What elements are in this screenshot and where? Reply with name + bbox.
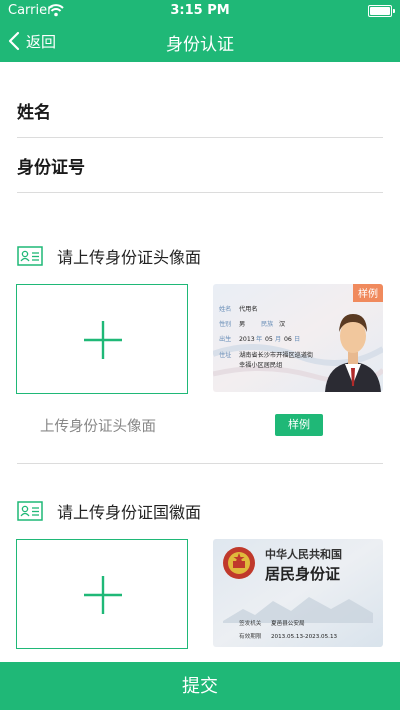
card-birth-year-unit: 年	[256, 335, 262, 343]
card-birth-label: 出生	[219, 335, 231, 343]
nav-bar: Carrier 3:15 PM 返回 身份认证	[0, 0, 400, 62]
name-input[interactable]	[97, 92, 383, 128]
sample-button[interactable]: 样例	[275, 414, 323, 436]
upload-front-box[interactable]	[16, 284, 188, 394]
front-section-heading: 请上传身份证头像面	[17, 245, 201, 267]
name-label: 姓名	[17, 102, 51, 123]
id-number-field[interactable]: 身份证号	[17, 138, 383, 193]
front-section-title: 请上传身份证头像面	[57, 248, 202, 267]
id-card-icon	[17, 246, 43, 266]
plus-icon	[84, 576, 122, 614]
front-sample-card: 样例 姓名 代用名 性别 男 民族 汉 出生 2013 年 05 月 06 日 …	[213, 284, 383, 392]
upload-back-box[interactable]	[16, 539, 188, 649]
card-birth-year: 2013	[239, 336, 255, 343]
name-field[interactable]: 姓名	[17, 83, 383, 138]
sample-corner-tag: 样例	[358, 287, 378, 300]
card-address-line2: 幸福小区居民组	[239, 361, 282, 369]
front-upload-hint: 上传身份证头像面	[40, 419, 156, 435]
card-name-label: 姓名	[219, 305, 231, 313]
plus-icon	[84, 321, 122, 359]
back-sample-card: 中华人民共和国 居民身份证 签发机关 夏邑县公安局 有效期限 2013.05.1…	[213, 539, 383, 647]
card-authority-value: 夏邑县公安局	[271, 619, 305, 627]
card-ethnic-label: 民族	[261, 320, 273, 328]
status-bar: Carrier 3:15 PM	[0, 0, 400, 22]
id-number-input[interactable]	[97, 147, 383, 183]
battery-icon	[368, 5, 395, 17]
card-authority-label: 签发机关	[239, 619, 262, 627]
card-address-label: 住址	[219, 351, 231, 359]
card-name-value: 代用名	[239, 305, 258, 313]
back-section-heading: 请上传身份证国徽面	[17, 500, 201, 522]
card-address-line1: 湖南省长沙市开福区巡道街	[239, 351, 313, 359]
card-birth-day: 06	[284, 336, 292, 343]
card-birth-month: 05	[265, 336, 273, 343]
id-number-label: 身份证号	[17, 157, 85, 178]
submit-button[interactable]: 提交	[0, 662, 400, 710]
clock: 3:15 PM	[170, 3, 230, 18]
id-card-icon	[17, 501, 43, 521]
card-sex-value: 男	[239, 321, 245, 328]
card-sex-label: 性别	[219, 320, 231, 328]
card-validity-label: 有效期限	[239, 632, 262, 640]
card-country: 中华人民共和国	[265, 547, 342, 561]
card-ethnic-value: 汉	[279, 320, 285, 328]
section-divider	[17, 463, 383, 464]
card-birth-month-unit: 月	[275, 336, 281, 343]
card-validity-value: 2013.05.13-2023.05.13	[271, 634, 338, 640]
card-doc-name: 居民身份证	[265, 565, 340, 583]
national-emblem	[223, 547, 255, 579]
card-birth-day-unit: 日	[294, 336, 300, 343]
page-title: 身份认证	[166, 35, 234, 55]
back-section-title: 请上传身份证国徽面	[57, 503, 202, 522]
